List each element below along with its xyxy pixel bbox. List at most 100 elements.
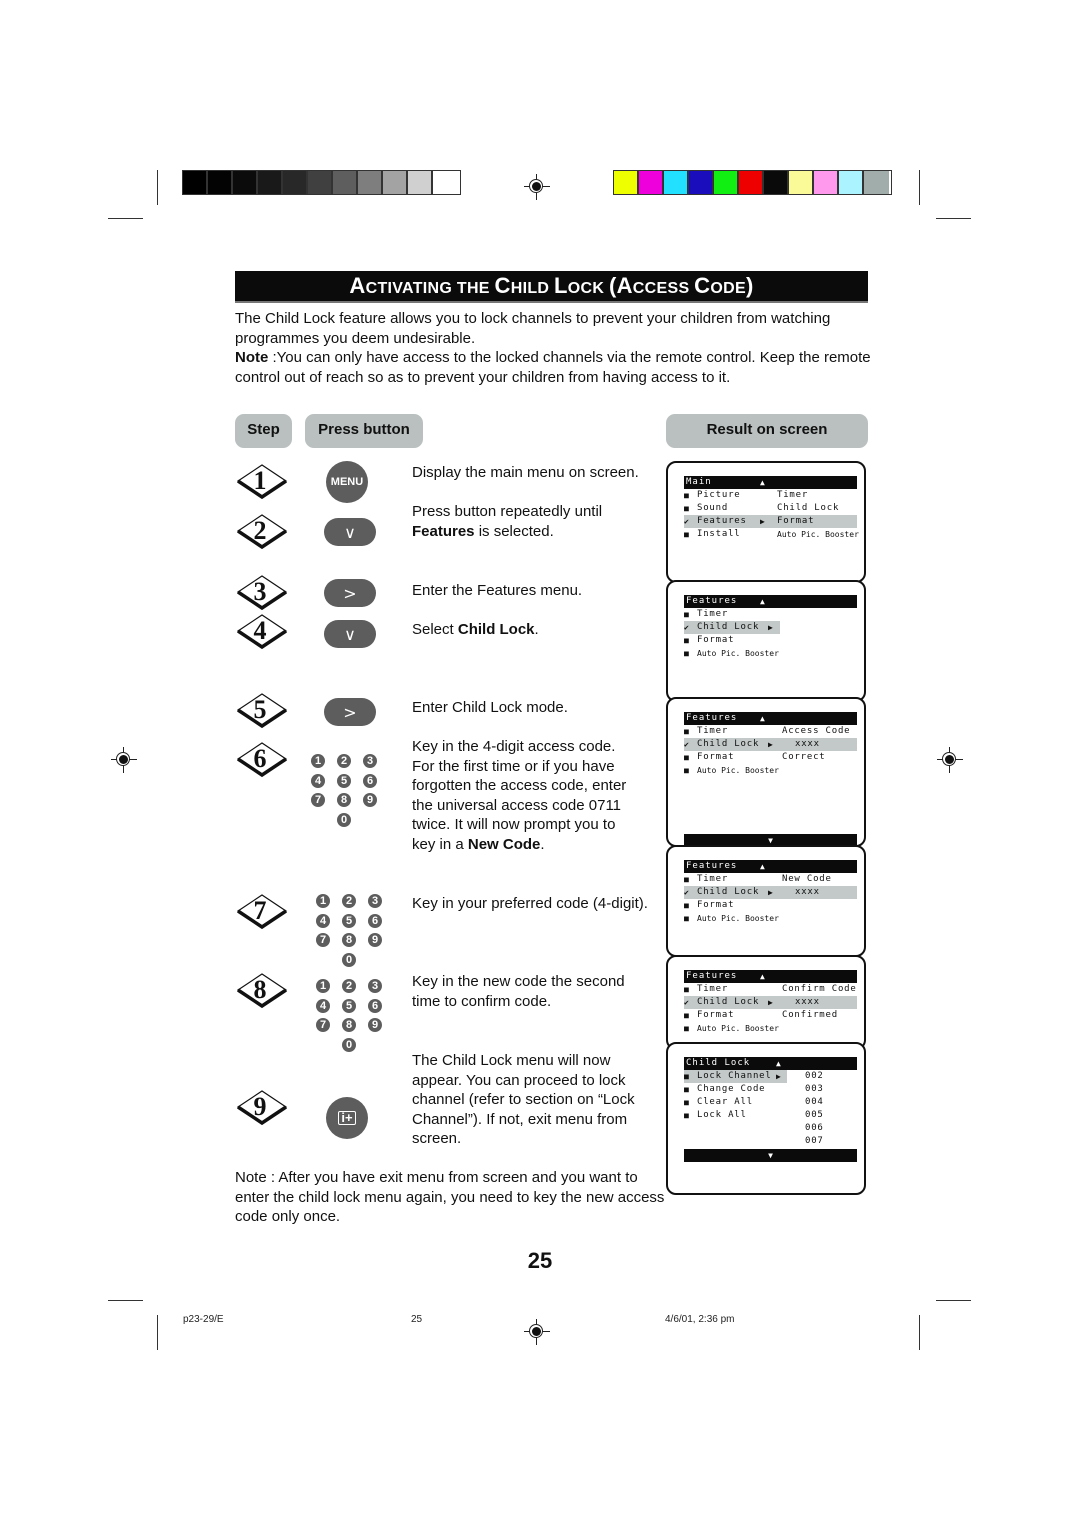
osd-title-bar: Features ▲ [684, 595, 857, 608]
digit-key-3: 3 [363, 754, 377, 768]
grayscale-calibration-bar [182, 170, 461, 195]
osd-item-label: Clear All [697, 1097, 753, 1107]
digit-key-5: 5 [337, 773, 351, 788]
osd-title-bar: Features ▲ [684, 970, 857, 983]
scroll-up-icon: ▲ [776, 1059, 782, 1068]
calibration-swatch [739, 171, 764, 194]
osd-title: Features [686, 713, 738, 723]
title-smallcaps: HILD [510, 280, 555, 297]
digit-key-2: 2 [342, 979, 356, 993]
digit-key-6: 6 [368, 998, 382, 1013]
step-number-5: 5 [235, 692, 289, 732]
calibration-swatch [433, 171, 458, 194]
digit-key-7: 7 [316, 933, 330, 947]
osd-item-label: Change Code [697, 1084, 766, 1094]
scroll-down-icon: ▼ [684, 1149, 857, 1162]
submenu-arrow-icon: ▶ [768, 740, 773, 749]
digit-key-3: 3 [368, 894, 382, 908]
step-8-description: Key in the new code the second time to c… [412, 973, 625, 1010]
crop-mark [157, 1315, 158, 1350]
digit-key-1: 1 [316, 979, 330, 993]
digit-key-2: 2 [342, 894, 356, 908]
number-keypad: 123 456 7890 [314, 893, 382, 973]
scroll-up-icon: ▲ [760, 478, 766, 487]
down-button: ∨ [324, 620, 376, 648]
digit-key-9: 9 [368, 1018, 382, 1032]
step-6-description: Key in the 4-digit access code. For the … [412, 738, 627, 853]
check-icon: ✔ [684, 623, 689, 632]
step-number-label: 4 [253, 616, 267, 645]
bullet-icon: ■ [684, 636, 689, 645]
osd-menu: Features ▲ ■ Timer New Code ✔ Child Lock ▶ xxxx ■… [684, 860, 857, 925]
osd-title: Features [686, 861, 738, 871]
chevron-right-icon: > [343, 583, 357, 603]
osd-menu: Child Lock ▲ ■ Lock Channel ▶ 002 ■ Change Code… [684, 1057, 857, 1162]
osd-item-value: 006 [805, 1123, 824, 1133]
osd-item-label: Format [697, 752, 735, 762]
title-smallcaps: CCESS [632, 280, 695, 297]
digit-key-2: 2 [337, 754, 351, 768]
calibration-swatch [383, 171, 408, 194]
menu-button: MENU [326, 461, 368, 503]
bullet-icon: ■ [684, 649, 689, 658]
title-smallcaps: CTIVATING THE [365, 280, 495, 297]
osd-row: ■ Lock All 005 [684, 1109, 857, 1122]
osd-row: ✔ Child Lock ▶ xxxx [684, 738, 857, 751]
registration-mark-icon [524, 1319, 550, 1345]
bullet-icon: ■ [684, 985, 689, 994]
footer-date: 4/6/01, 2:36 pm [665, 1314, 735, 1325]
osd-row: ✔ Features ▶ Format [684, 515, 857, 528]
osd-item-value: Access Code [782, 726, 851, 736]
osd-item-label: Format [697, 900, 735, 910]
result-column-header: Result on screen [666, 414, 868, 448]
chevron-down-icon: ∨ [344, 522, 356, 542]
osd-title: Features [686, 971, 738, 981]
calibration-swatch [689, 171, 714, 194]
osd-title: Child Lock [686, 1058, 751, 1068]
scroll-up-icon: ▲ [760, 597, 766, 606]
osd-item-label: Format [697, 1010, 735, 1020]
footer-file: p23-29/E [183, 1314, 224, 1325]
note-text: :You can only have access to the locked … [235, 349, 871, 387]
osd-item-label: Sound [697, 503, 729, 513]
bullet-icon: ■ [684, 875, 689, 884]
calibration-swatch [358, 171, 383, 194]
title-capital: L [554, 273, 568, 298]
bullet-icon: ■ [684, 1024, 689, 1033]
scroll-up-icon: ▲ [760, 714, 766, 723]
registration-mark-icon [111, 747, 137, 773]
osd-row: ■ Install Auto Pic. Booster [684, 528, 859, 541]
osd-item-label: Child Lock [697, 739, 760, 749]
osd-row: ■ Format [684, 634, 857, 647]
osd-item-label: Child Lock [697, 622, 760, 632]
bullet-icon: ■ [684, 727, 689, 736]
step-4-description: Select Child Lock. [412, 621, 539, 638]
digit-key-0: 0 [337, 812, 351, 827]
digit-key-1: 1 [311, 754, 325, 768]
osd-item-value: 005 [805, 1110, 824, 1120]
osd-row: 007 [684, 1135, 857, 1148]
calibration-swatch [714, 171, 739, 194]
osd-row: ■ Format Correct [684, 751, 857, 764]
bullet-icon: ■ [684, 1098, 689, 1107]
title-capital: A [349, 273, 366, 298]
osd-item-value: Child Lock [777, 503, 840, 513]
crop-mark [936, 1300, 971, 1301]
osd-row: ■ Timer New Code [684, 873, 857, 886]
crop-mark [108, 218, 143, 219]
osd-item-label: Auto Pic. Booster [697, 649, 779, 658]
bullet-icon: ■ [684, 530, 689, 539]
digit-key-4: 4 [316, 998, 330, 1013]
chevron-down-icon: ∨ [344, 624, 356, 644]
chevron-right-icon: > [343, 702, 357, 722]
title-capital: C [494, 273, 511, 298]
down-button: ∨ [324, 518, 376, 546]
step-1-description: Display the main menu on screen. [412, 464, 639, 481]
osd-title: Features [686, 596, 738, 606]
step-number-2: 2 [235, 513, 289, 553]
osd-item-label: Features [697, 516, 747, 526]
bullet-icon: ■ [684, 766, 689, 775]
osd-item-label: Lock Channel [697, 1071, 772, 1081]
digit-key-9: 9 [368, 933, 382, 947]
digit-key-5: 5 [342, 998, 356, 1013]
